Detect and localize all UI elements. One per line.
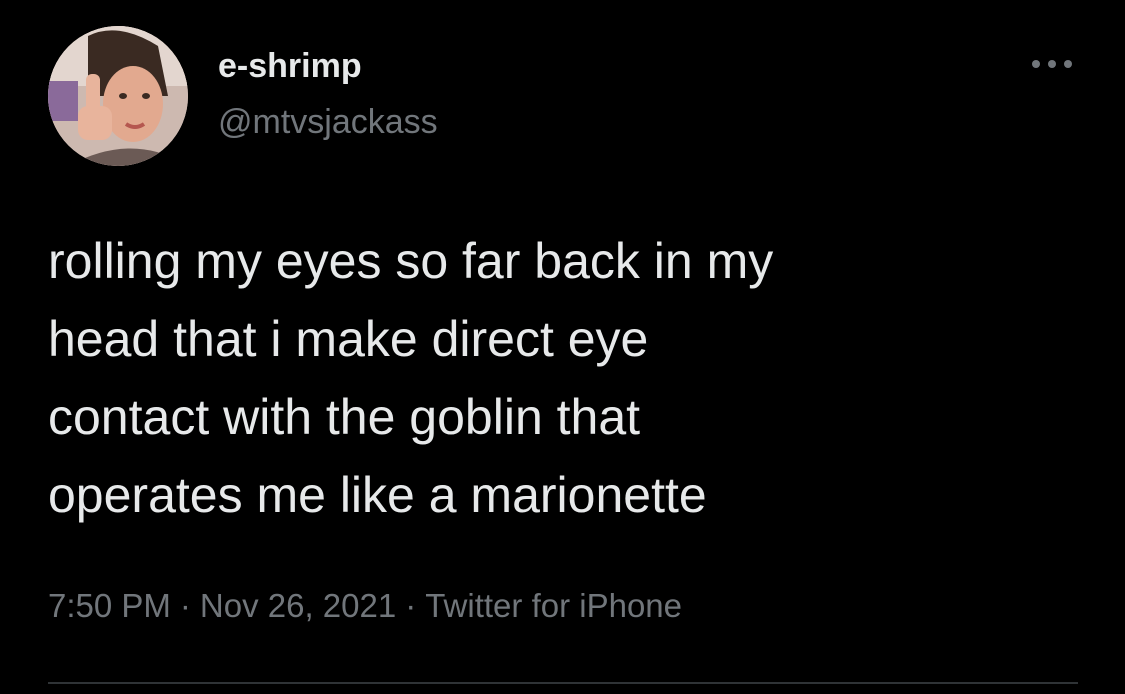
tweet-metadata: 7:50 PM · Nov 26, 2021 · Twitter for iPhone [48, 584, 682, 628]
divider [48, 682, 1078, 684]
tweet-time-link[interactable]: 7:50 PM [48, 587, 171, 624]
avatar[interactable] [48, 26, 188, 166]
tweet-card: e-shrimp @mtvsjackass rolling my eyes so… [0, 0, 1125, 694]
more-options-button[interactable] [1024, 46, 1080, 82]
meta-separator: · [179, 587, 191, 624]
tweet-date-link[interactable]: Nov 26, 2021 [200, 587, 396, 624]
display-name[interactable]: e-shrimp [218, 44, 362, 88]
tweet-text: rolling my eyes so far back in my head t… [48, 233, 774, 523]
user-handle[interactable]: @mtvsjackass [218, 100, 438, 144]
more-horizontal-icon [1032, 60, 1072, 68]
tweet-source-link[interactable]: Twitter for iPhone [425, 587, 682, 624]
avatar-image [48, 26, 188, 166]
meta-separator: · [405, 587, 417, 624]
